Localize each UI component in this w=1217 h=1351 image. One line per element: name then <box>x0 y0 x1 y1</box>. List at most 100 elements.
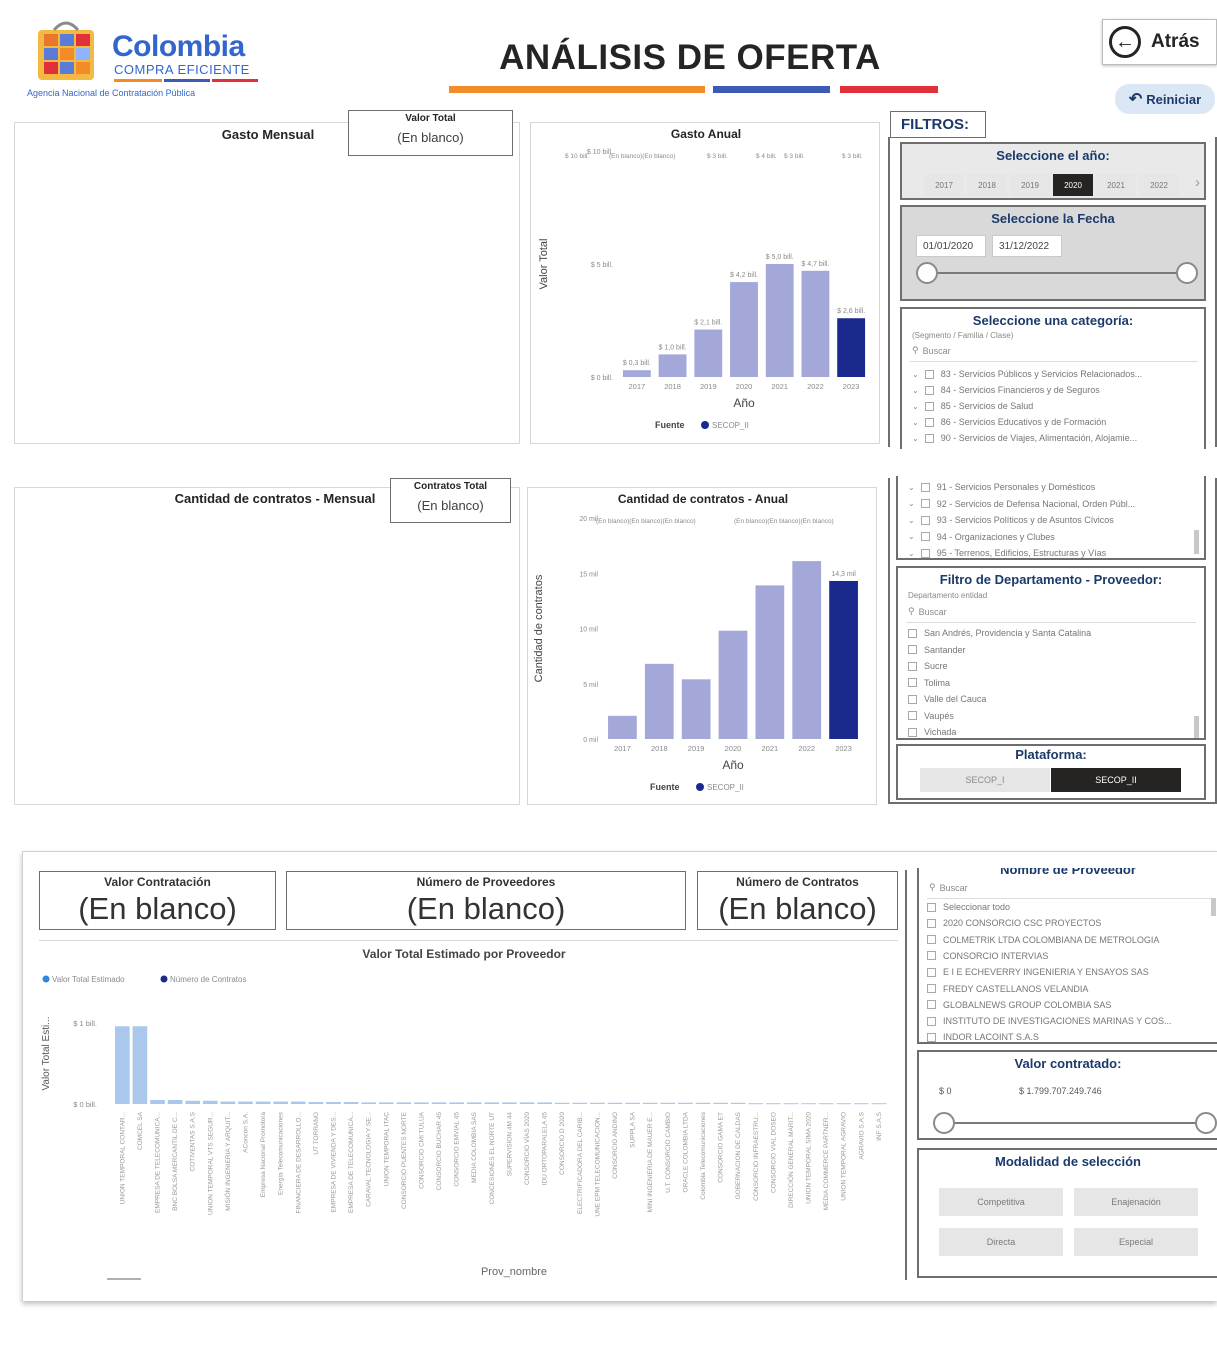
bar[interactable] <box>361 1102 376 1104</box>
bar[interactable] <box>484 1102 500 1104</box>
bar[interactable] <box>681 679 711 739</box>
category-item[interactable]: ⌄ 92 - Servicios de Defensa Nacional, Ord… <box>908 497 1193 511</box>
bar[interactable] <box>730 282 758 377</box>
legend-item[interactable]: Valor Total Estimado <box>52 975 125 984</box>
bar[interactable] <box>167 1099 183 1104</box>
bar[interactable] <box>220 1101 236 1104</box>
bar[interactable] <box>607 1102 623 1104</box>
bar[interactable] <box>115 1026 130 1104</box>
chevron-down-icon[interactable]: ⌄ <box>908 549 915 558</box>
bar[interactable] <box>466 1102 482 1104</box>
bar[interactable] <box>658 354 687 377</box>
bar[interactable] <box>766 1103 781 1105</box>
provider-item[interactable]: INSTITUTO DE INVESTIGACIONES MARINAS Y C… <box>927 1014 1212 1028</box>
bar[interactable] <box>431 1102 447 1104</box>
checkbox[interactable] <box>920 515 930 525</box>
bar[interactable] <box>748 1103 764 1105</box>
bar[interactable] <box>625 1102 640 1104</box>
checkbox[interactable] <box>908 678 917 687</box>
year-option-2020[interactable]: 2020 <box>1053 174 1093 196</box>
category-item[interactable]: ⌄ 86 - Servicios Educativos y de Formació… <box>912 415 1197 429</box>
bar[interactable] <box>837 318 866 377</box>
bar[interactable] <box>202 1100 218 1104</box>
bar[interactable] <box>801 1103 816 1105</box>
legend-item[interactable]: SECOP_II <box>712 421 749 430</box>
bar[interactable] <box>694 329 723 377</box>
checkbox[interactable] <box>927 1000 936 1010</box>
date-slider-end-handle[interactable] <box>1176 262 1198 284</box>
provider-item[interactable]: CONSORCIO INTERVIAS <box>927 949 1212 963</box>
category-search[interactable]: ⚲ Buscar <box>912 345 951 356</box>
provider-item[interactable]: Seleccionar todo <box>927 900 1212 914</box>
bar[interactable] <box>519 1102 535 1104</box>
chevron-down-icon[interactable]: ⌄ <box>908 499 915 508</box>
checkbox[interactable] <box>927 935 936 945</box>
platform-option-secop_ii[interactable]: SECOP_II <box>1051 768 1181 792</box>
category-item[interactable]: ⌄ 90 - Servicios de Viajes, Alimentación,… <box>912 431 1197 445</box>
chevron-down-icon[interactable]: ⌄ <box>912 402 919 411</box>
bar[interactable] <box>678 1102 693 1104</box>
bar[interactable] <box>622 370 651 377</box>
valor-slider-max-handle[interactable] <box>1195 1112 1217 1134</box>
provider-item[interactable]: GLOBALNEWS GROUP COLOMBIA SAS <box>927 998 1212 1012</box>
checkbox[interactable] <box>920 499 930 508</box>
modalidad-option-especial[interactable]: Especial <box>1074 1228 1198 1256</box>
category-item[interactable]: ⌄ 84 - Servicios Financieros y de Seguros <box>912 383 1197 397</box>
checkbox[interactable] <box>908 694 917 704</box>
back-button[interactable]: ← Atrás <box>1102 19 1217 65</box>
valor-slider-min-handle[interactable] <box>933 1112 955 1134</box>
bar[interactable] <box>308 1101 324 1104</box>
year-option-2019[interactable]: 2019 <box>1010 174 1050 196</box>
year-option-2018[interactable]: 2018 <box>967 174 1007 196</box>
checkbox[interactable] <box>908 727 917 737</box>
modalidad-option-directa[interactable]: Directa <box>939 1228 1063 1256</box>
category-item[interactable]: ⌄ 83 - Servicios Públicos y Servicios Rel… <box>912 367 1197 381</box>
valor-contratado-max[interactable]: $ 1.799.707.249.746 <box>1019 1086 1102 1096</box>
bar[interactable] <box>326 1101 341 1104</box>
bar[interactable] <box>713 1102 728 1104</box>
bar[interactable] <box>572 1102 588 1104</box>
department-item[interactable]: Vichada <box>908 725 1193 739</box>
chevron-down-icon[interactable]: ⌄ <box>908 532 915 541</box>
checkbox[interactable] <box>927 984 936 993</box>
checkbox[interactable] <box>924 401 934 411</box>
chevron-down-icon[interactable]: ⌄ <box>908 516 915 525</box>
chevron-down-icon[interactable]: ⌄ <box>908 483 915 492</box>
department-item[interactable]: Vaupés <box>908 709 1193 723</box>
bar[interactable] <box>829 580 858 739</box>
provider-scrollbar[interactable] <box>1211 898 1216 916</box>
checkbox[interactable] <box>920 548 930 558</box>
bar[interactable] <box>537 1102 552 1104</box>
bar[interactable] <box>590 1102 605 1104</box>
provider-search[interactable]: ⚲ Buscar <box>929 882 968 893</box>
bar[interactable] <box>132 1026 148 1104</box>
category-item[interactable]: ⌄ 93 - Servicios Políticos y de Asuntos C… <box>908 513 1193 527</box>
bar[interactable] <box>554 1102 570 1104</box>
start-date-input[interactable]: 01/01/2020 <box>916 235 986 257</box>
chevron-down-icon[interactable]: ⌄ <box>912 418 919 427</box>
provider-item[interactable]: FREDY CASTELLANOS VELANDIA <box>927 982 1212 996</box>
department-item[interactable]: San Andrés, Providencia y Santa Catalina <box>908 626 1193 640</box>
checkbox[interactable] <box>924 385 934 395</box>
checkbox[interactable] <box>927 1032 936 1042</box>
category-item[interactable]: ⌄ 91 - Servicios Personales y Domésticos <box>908 480 1193 494</box>
legend-item[interactable]: SECOP_II <box>707 783 744 792</box>
year-option-2017[interactable]: 2017 <box>924 174 964 196</box>
bar[interactable] <box>238 1101 253 1104</box>
checkbox[interactable] <box>927 951 936 961</box>
department-search[interactable]: ⚲ Buscar <box>908 606 947 617</box>
bar[interactable] <box>396 1102 412 1104</box>
horizontal-scrollbar[interactable] <box>107 1278 141 1280</box>
checkbox[interactable] <box>920 532 930 541</box>
bar[interactable] <box>185 1100 201 1104</box>
legend-item[interactable]: Número de Contratos <box>170 975 246 984</box>
bar[interactable] <box>792 561 822 739</box>
end-date-input[interactable]: 31/12/2022 <box>992 235 1062 257</box>
department-item[interactable]: Valle del Cauca <box>908 692 1193 706</box>
department-item[interactable]: Santander <box>908 643 1193 657</box>
bar[interactable] <box>695 1102 711 1104</box>
bar[interactable] <box>290 1101 306 1104</box>
checkbox[interactable] <box>924 369 934 379</box>
bar[interactable] <box>755 585 785 739</box>
bar[interactable] <box>449 1102 464 1104</box>
